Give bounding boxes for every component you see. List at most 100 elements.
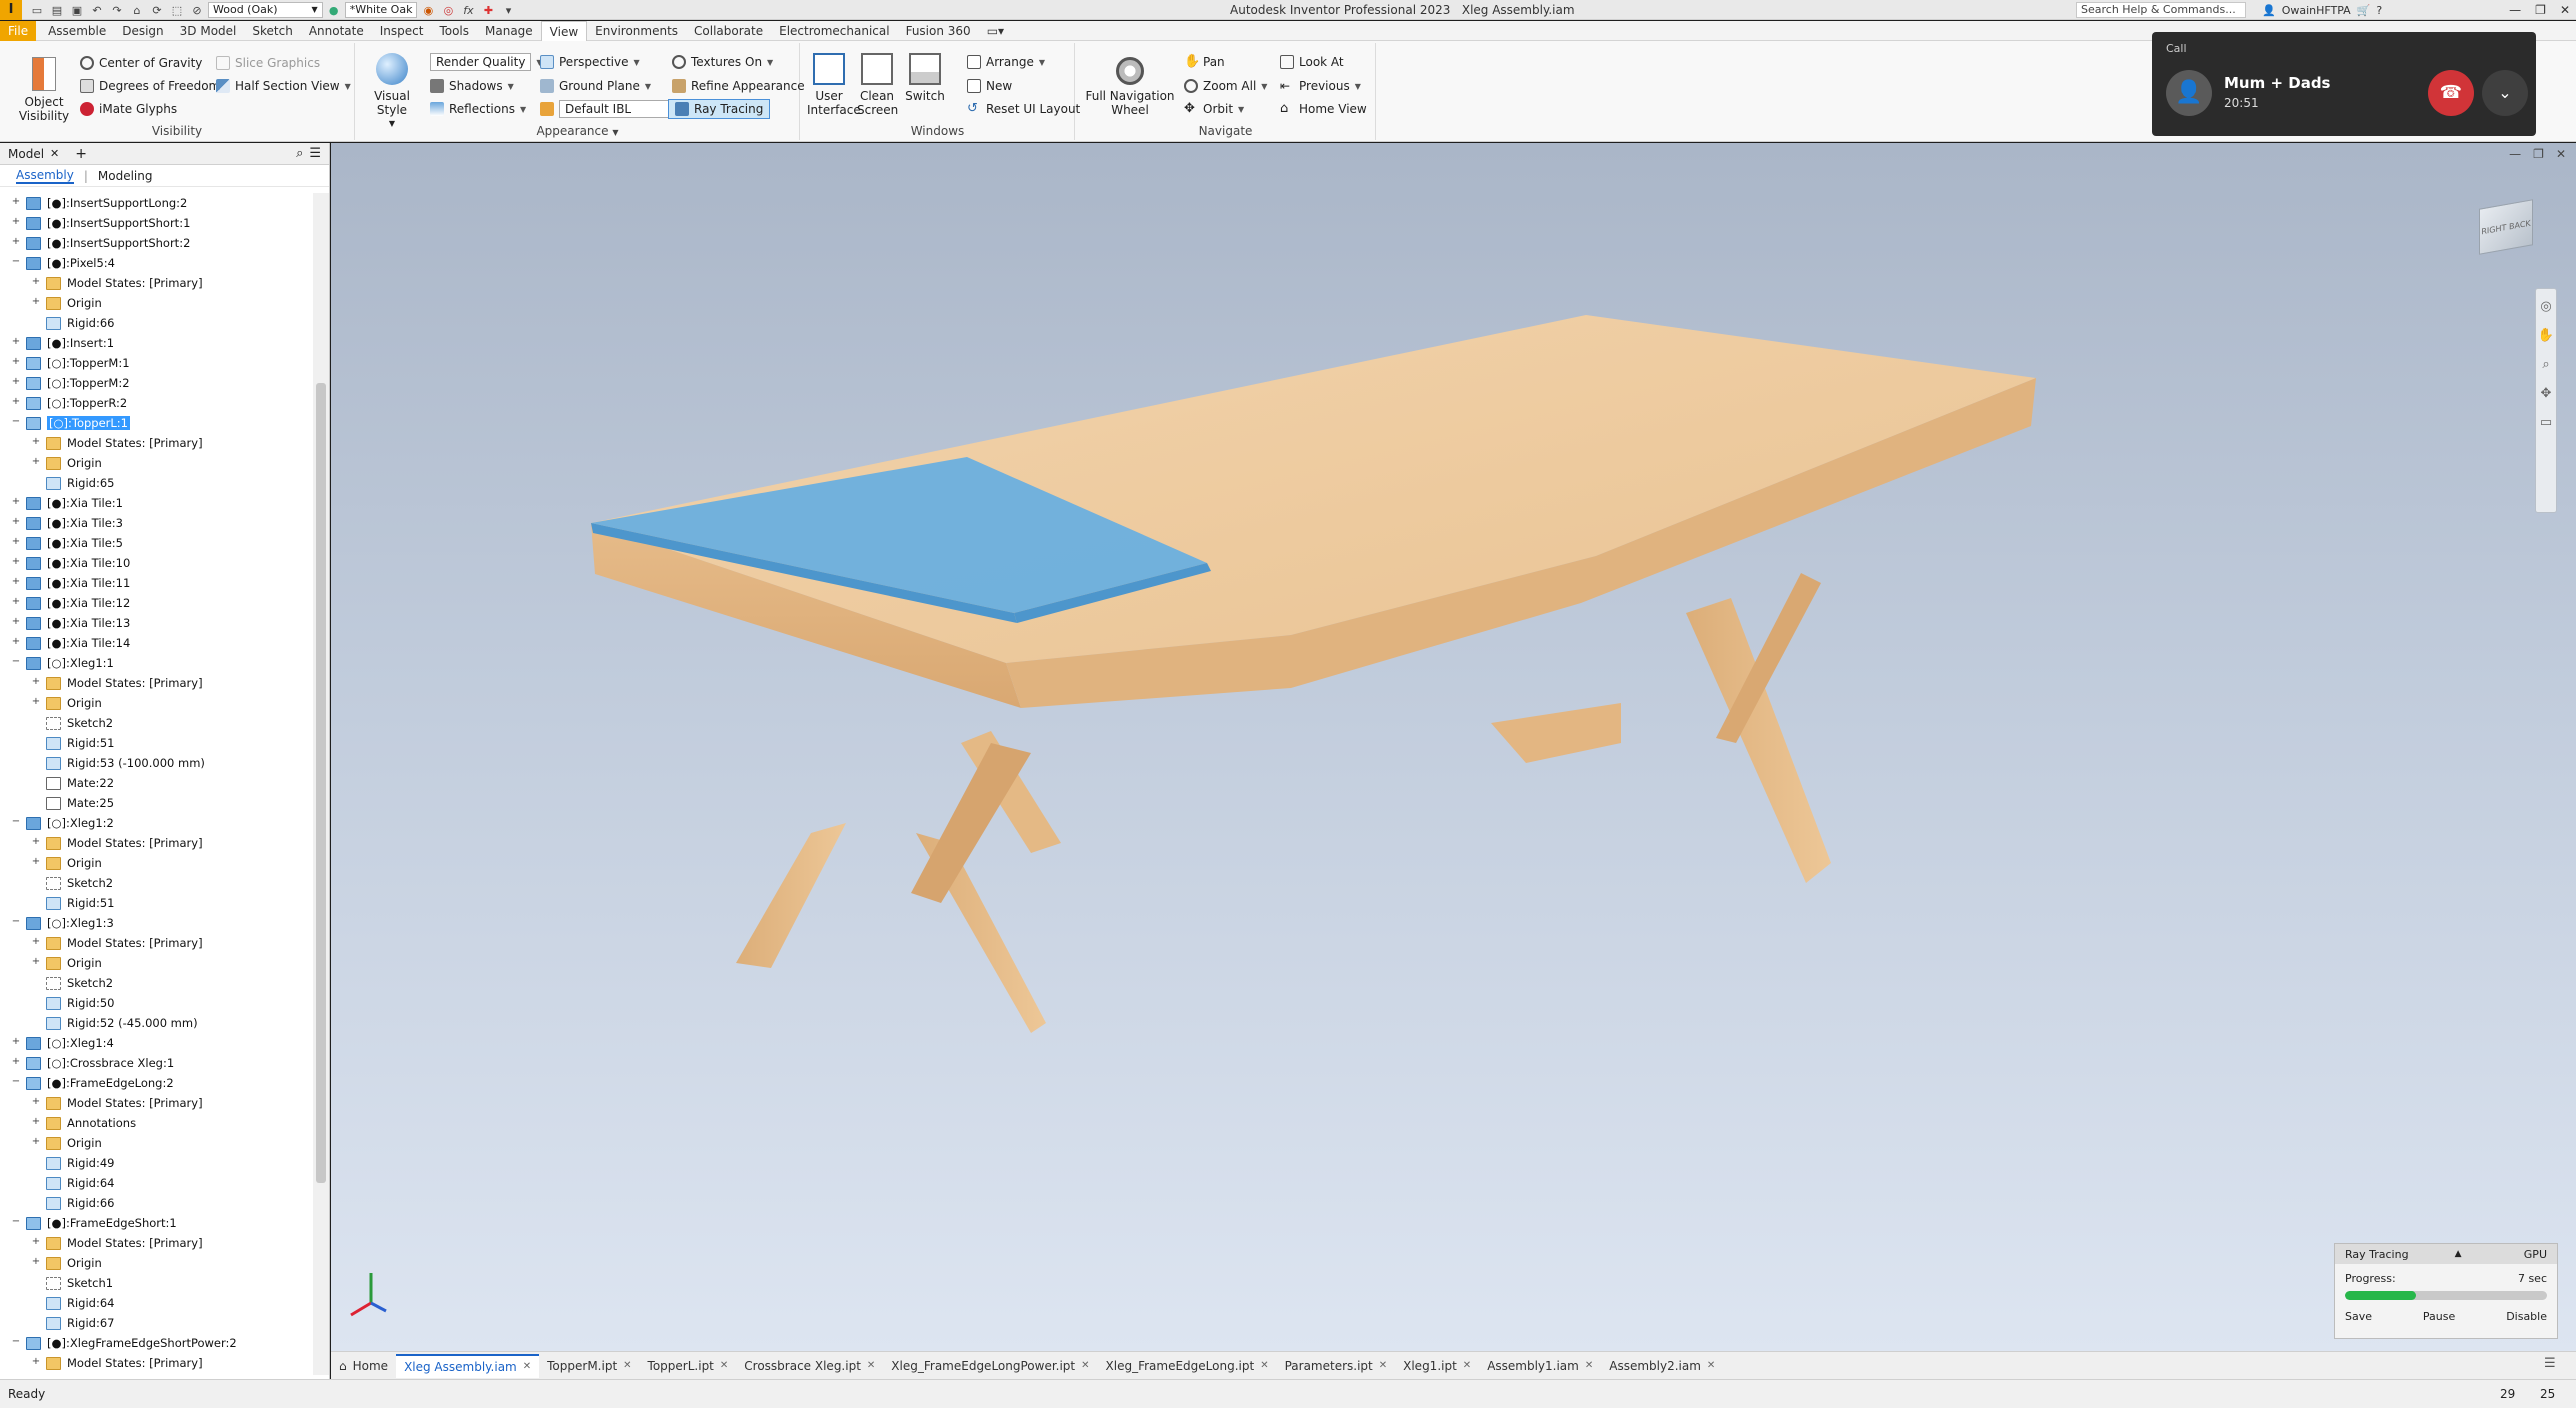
tree-row[interactable]: + Origin bbox=[0, 1253, 312, 1273]
tree-row[interactable]: + [●]:Xia Tile:11 bbox=[0, 573, 312, 593]
scrollbar-thumb[interactable] bbox=[316, 383, 326, 1183]
modeling-subtab[interactable]: Modeling bbox=[98, 169, 153, 183]
ribbon-tab-annotate[interactable]: Annotate bbox=[301, 21, 372, 41]
expand-icon[interactable]: + bbox=[30, 857, 42, 869]
tree-row[interactable]: − [○]:Xleg1:3 bbox=[0, 913, 312, 933]
tree-row[interactable]: − [●]:FrameEdgeLong:2 bbox=[0, 1073, 312, 1093]
chevron-down-icon[interactable]: ▼ bbox=[612, 128, 618, 137]
tree-row[interactable]: − [●]:FrameEdgeShort:1 bbox=[0, 1213, 312, 1233]
tree-row[interactable]: + Model States: [Primary] bbox=[0, 1353, 312, 1373]
tree-row[interactable]: Rigid:49 bbox=[0, 1153, 312, 1173]
look-at-icon[interactable]: ▭ bbox=[2540, 415, 2552, 430]
document-tab[interactable]: Xleg_FrameEdgeLong.ipt ✕ bbox=[1098, 1354, 1277, 1378]
document-tab[interactable]: Assembly2.iam ✕ bbox=[1601, 1354, 1723, 1378]
expand-icon[interactable]: + bbox=[10, 537, 22, 549]
tree-row[interactable]: Rigid:67 bbox=[0, 1313, 312, 1333]
imate-glyphs-button[interactable]: iMate Glyphs bbox=[80, 99, 177, 119]
expand-icon[interactable]: + bbox=[30, 437, 42, 449]
expand-icon[interactable]: + bbox=[10, 497, 22, 509]
refine-appearance-button[interactable]: Refine Appearance bbox=[672, 76, 805, 96]
browser-scrollbar[interactable] bbox=[313, 193, 329, 1375]
chevron-down-icon[interactable]: ▼ bbox=[345, 82, 351, 91]
close-icon[interactable]: ✕ bbox=[1081, 1354, 1089, 1378]
help-icon[interactable]: ? bbox=[2376, 4, 2382, 17]
home-icon[interactable]: ⌂ bbox=[128, 2, 146, 18]
collapse-icon[interactable]: − bbox=[10, 917, 22, 929]
tree-row[interactable]: + [○]:TopperM:1 bbox=[0, 353, 312, 373]
visual-style-button[interactable]: Visual Style ▼ bbox=[358, 53, 426, 131]
half-section-view-button[interactable]: Half Section View ▼ bbox=[216, 76, 351, 96]
ribbon-tab-environments[interactable]: Environments bbox=[587, 21, 686, 41]
zoom-all-button[interactable]: Zoom All ▼ bbox=[1184, 76, 1267, 96]
tree-row[interactable]: Rigid:66 bbox=[0, 1193, 312, 1213]
graphics-viewport[interactable]: RIGHT BACK ◎ ✋ ⌕ ✥ ▭ — ❐ ✕ bbox=[331, 143, 2576, 1351]
tree-row[interactable]: + Model States: [Primary] bbox=[0, 433, 312, 453]
save-icon[interactable]: ▣ bbox=[68, 2, 86, 18]
expand-icon[interactable]: + bbox=[30, 457, 42, 469]
object-visibility-button[interactable]: Object Visibility bbox=[14, 57, 74, 123]
tabs-menu-icon[interactable]: ☰ bbox=[2544, 1356, 2556, 1371]
pan-button[interactable]: ✋ Pan bbox=[1184, 52, 1225, 72]
tree-row[interactable]: + [●]:InsertSupportShort:2 bbox=[0, 233, 312, 253]
collapse-icon[interactable]: − bbox=[10, 1217, 22, 1229]
ribbon-tab-tools[interactable]: Tools bbox=[431, 21, 477, 41]
close-icon[interactable]: ✕ bbox=[1585, 1354, 1593, 1378]
close-icon[interactable]: ✕ bbox=[1379, 1354, 1387, 1378]
ribbon-tab-sketch[interactable]: Sketch bbox=[244, 21, 300, 41]
orbit-icon[interactable]: ✥ bbox=[2541, 386, 2552, 401]
material-select[interactable]: Wood (Oak) ▼ bbox=[208, 1, 323, 18]
add-icon[interactable]: ✚ bbox=[479, 2, 497, 18]
expand-icon[interactable]: + bbox=[30, 957, 42, 969]
render-quality-select[interactable]: Render Quality▼ bbox=[430, 52, 543, 72]
pause-button[interactable]: Pause bbox=[2423, 1310, 2455, 1323]
steering-wheel-icon[interactable]: ◎ bbox=[2540, 299, 2551, 314]
expand-icon[interactable]: + bbox=[10, 557, 22, 569]
tree-row[interactable]: + [●]:Insert:1 bbox=[0, 333, 312, 353]
view-cube-face[interactable]: RIGHT BACK bbox=[2479, 199, 2533, 255]
expand-call-button[interactable]: ⌄ bbox=[2482, 70, 2528, 116]
tree-row[interactable]: Mate:25 bbox=[0, 793, 312, 813]
cart-icon[interactable]: 🛒 bbox=[2357, 4, 2371, 17]
ribbon-tab-collaborate[interactable]: Collaborate bbox=[686, 21, 771, 41]
expand-icon[interactable]: + bbox=[30, 1357, 42, 1369]
tree-row[interactable]: + Origin bbox=[0, 953, 312, 973]
search-icon[interactable]: ⌕ bbox=[296, 146, 303, 161]
new-file-icon[interactable]: ▭ bbox=[28, 2, 46, 18]
tree-row[interactable]: − [●]:Pixel5:4 bbox=[0, 253, 312, 273]
ground-plane-button[interactable]: Ground Plane ▼ bbox=[540, 76, 651, 96]
expand-icon[interactable]: + bbox=[30, 277, 42, 289]
expand-icon[interactable]: + bbox=[10, 1037, 22, 1049]
minimize-icon[interactable]: — bbox=[2509, 147, 2521, 161]
tree-row[interactable]: + [●]:Xia Tile:1 bbox=[0, 493, 312, 513]
update-icon[interactable]: ⟳ bbox=[148, 2, 166, 18]
open-file-icon[interactable]: ▤ bbox=[48, 2, 66, 18]
tree-row[interactable]: Mate:22 bbox=[0, 773, 312, 793]
full-navigation-wheel-button[interactable]: Full Navigation Wheel bbox=[1078, 57, 1182, 117]
reflections-button[interactable]: Reflections ▼ bbox=[430, 99, 526, 119]
tree-row[interactable]: Sketch2 bbox=[0, 713, 312, 733]
perspective-button[interactable]: Perspective ▼ bbox=[540, 52, 640, 72]
assembly-subtab[interactable]: Assembly bbox=[16, 168, 74, 184]
add-tab-icon[interactable]: + bbox=[75, 146, 87, 162]
expand-icon[interactable]: + bbox=[10, 237, 22, 249]
tree-row[interactable]: Rigid:66 bbox=[0, 313, 312, 333]
reset-ui-layout-button[interactable]: ↺ Reset UI Layout bbox=[967, 99, 1080, 119]
document-tab[interactable]: Xleg Assembly.iam ✕ bbox=[396, 1353, 540, 1378]
table-leg-back[interactable] bbox=[1491, 573, 1831, 883]
tree-row[interactable]: + [○]:Crossbrace Xleg:1 bbox=[0, 1053, 312, 1073]
tree-row[interactable]: − [●]:XlegFrameEdgeShortPower:2 bbox=[0, 1333, 312, 1353]
document-tab[interactable]: TopperL.ipt ✕ bbox=[640, 1354, 737, 1378]
home-view-button[interactable]: ⌂ Home View bbox=[1280, 99, 1367, 119]
tree-row[interactable]: + [○]:TopperR:2 bbox=[0, 393, 312, 413]
center-of-gravity-button[interactable]: Center of Gravity bbox=[80, 53, 202, 73]
close-icon[interactable]: ✕ bbox=[2560, 3, 2570, 17]
close-icon[interactable]: ✕ bbox=[1260, 1354, 1268, 1378]
expand-icon[interactable]: + bbox=[30, 697, 42, 709]
collapse-icon[interactable]: − bbox=[10, 1077, 22, 1089]
expand-icon[interactable]: + bbox=[30, 937, 42, 949]
parameters-icon[interactable]: fx bbox=[459, 2, 477, 18]
tree-row[interactable]: − [○]:Xleg1:1 bbox=[0, 653, 312, 673]
menu-icon[interactable]: ☰ bbox=[309, 146, 321, 161]
ribbon-tab-view[interactable]: View bbox=[540, 20, 588, 41]
tree-row[interactable]: + Origin bbox=[0, 693, 312, 713]
